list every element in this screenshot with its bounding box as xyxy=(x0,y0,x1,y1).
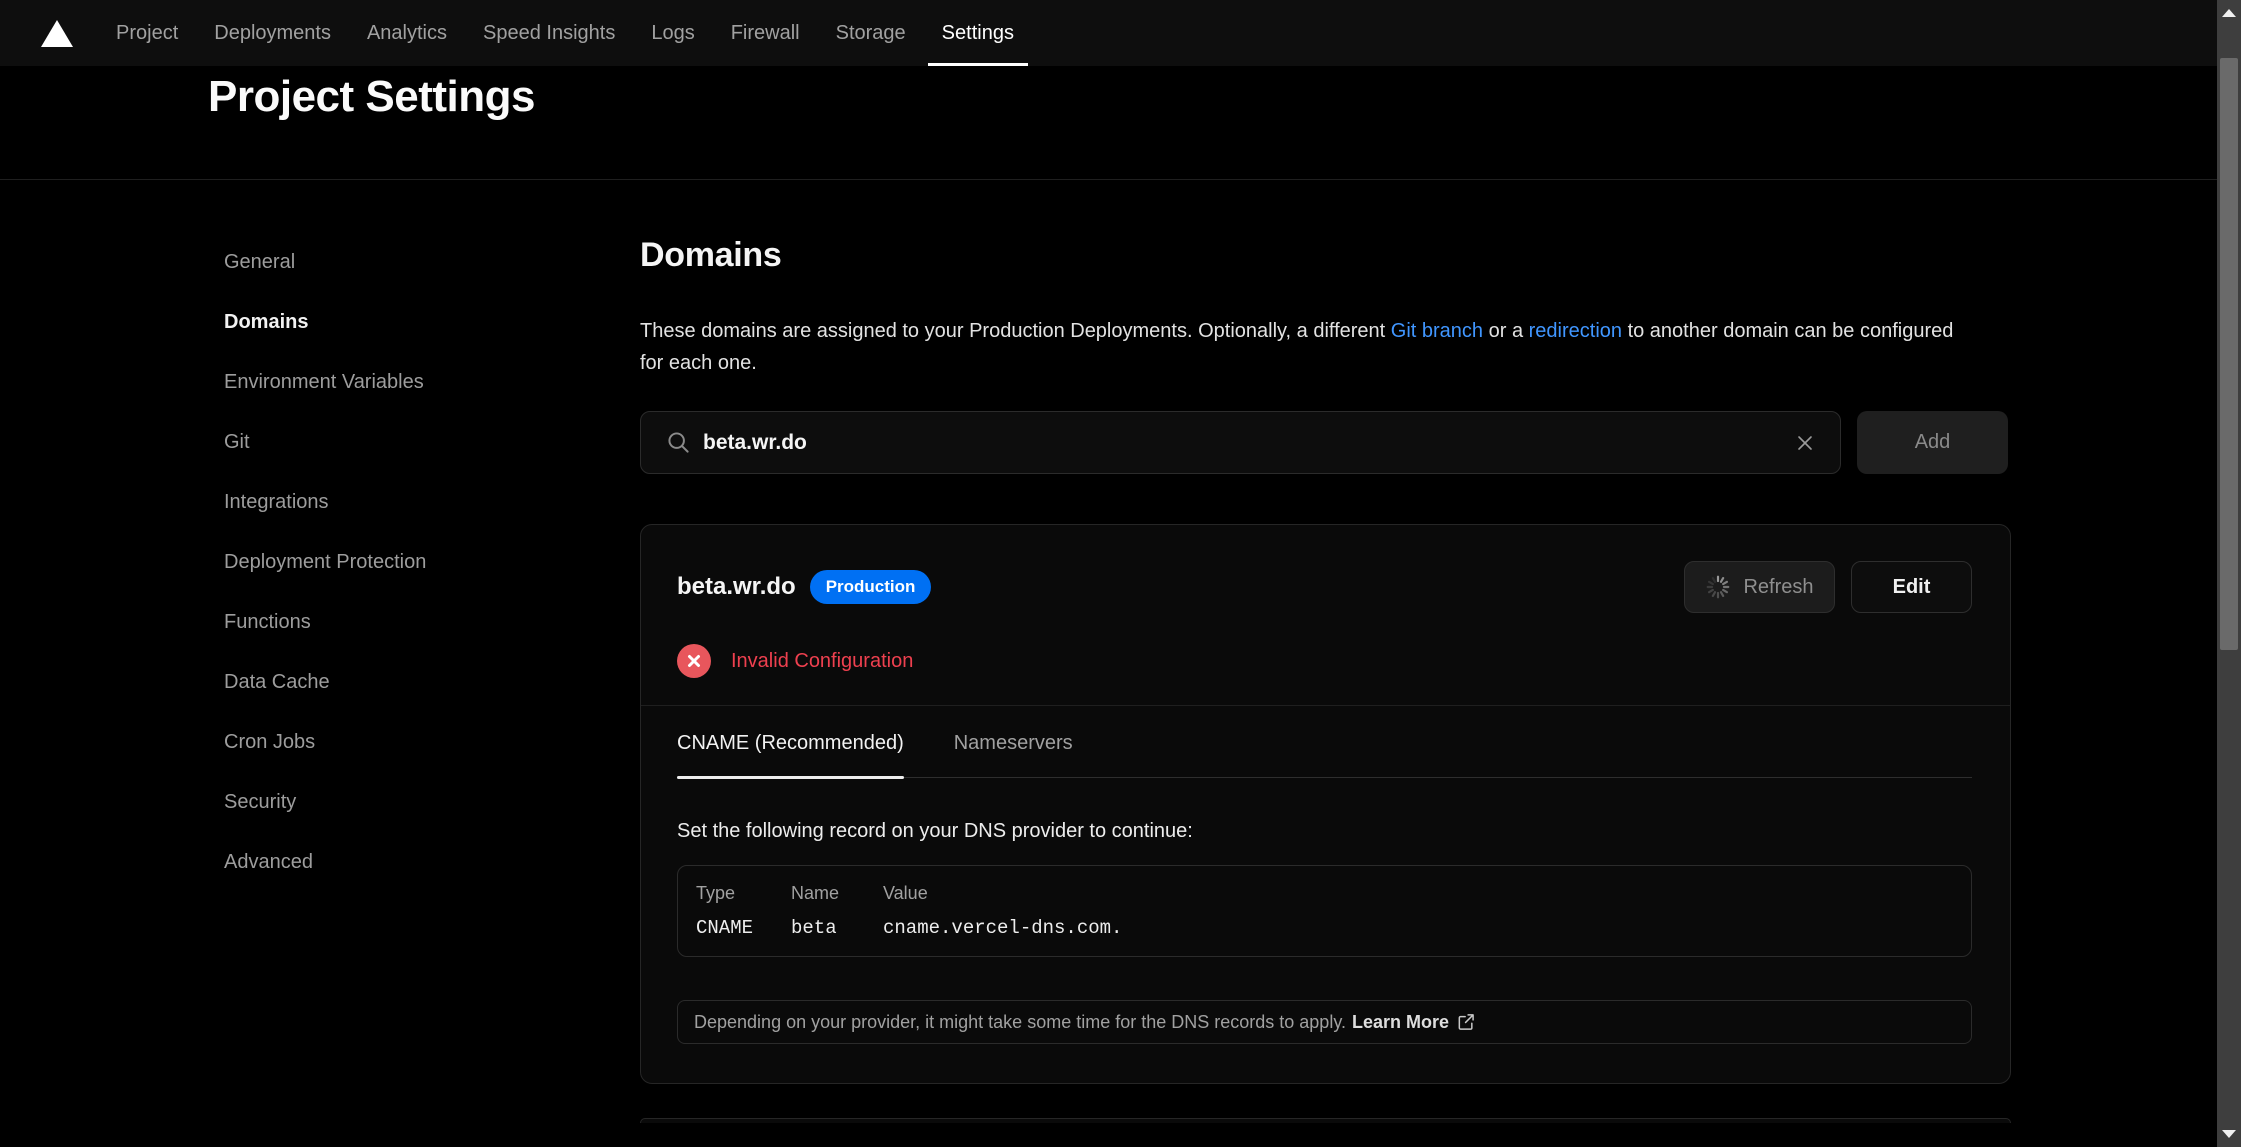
dns-note-box: Depending on your provider, it might tak… xyxy=(677,1000,1972,1044)
dns-record-table: Type Name Value CNAME beta cname.vercel-… xyxy=(677,865,1972,957)
status-text: Invalid Configuration xyxy=(731,650,913,673)
nav-item-firewall[interactable]: Firewall xyxy=(713,0,818,66)
dns-instruction: Set the following record on your DNS pro… xyxy=(677,820,1972,843)
learn-more-label: Learn More xyxy=(1352,1012,1449,1033)
nav-item-logs[interactable]: Logs xyxy=(633,0,712,66)
add-domain-button[interactable]: Add xyxy=(1857,411,2008,474)
card-divider xyxy=(641,705,2010,706)
external-link-icon xyxy=(1456,1012,1476,1032)
sidebar-item-integrations[interactable]: Integrations xyxy=(224,490,544,514)
domain-search-box[interactable] xyxy=(640,411,1841,474)
git-branch-link[interactable]: Git branch xyxy=(1391,320,1483,342)
sidebar-item-general[interactable]: General xyxy=(224,250,544,274)
nav-item-speed-insights[interactable]: Speed Insights xyxy=(465,0,633,66)
domains-section: Domains These domains are assigned to yo… xyxy=(640,236,2011,1123)
dns-record-row: CNAME beta cname.vercel-dns.com. xyxy=(696,917,1953,939)
nav-item-project[interactable]: Project xyxy=(98,0,196,66)
edit-button[interactable]: Edit xyxy=(1851,561,1972,613)
redirection-link[interactable]: redirection xyxy=(1529,320,1622,342)
page: Project Deployments Analytics Speed Insi… xyxy=(0,0,2217,1147)
sidebar-item-functions[interactable]: Functions xyxy=(224,610,544,634)
spinner-icon xyxy=(1705,574,1731,600)
page-header: Project Settings xyxy=(0,66,2217,180)
domain-card: beta.wr.do Production xyxy=(640,524,2011,1084)
top-nav: Project Deployments Analytics Speed Insi… xyxy=(0,0,2217,66)
scroll-down-arrow-icon[interactable] xyxy=(2222,1130,2236,1138)
tab-nameservers[interactable]: Nameservers xyxy=(954,732,1073,777)
domain-search-input[interactable] xyxy=(701,430,1780,456)
settings-sidebar: General Domains Environment Variables Gi… xyxy=(224,236,544,1123)
sidebar-item-domains[interactable]: Domains xyxy=(224,310,544,334)
dns-method-tabs: CNAME (Recommended) Nameservers xyxy=(677,732,1972,778)
production-badge: Production xyxy=(810,570,932,604)
dns-header-type: Type xyxy=(696,883,791,904)
sidebar-item-environment-variables[interactable]: Environment Variables xyxy=(224,370,544,394)
nav-item-analytics[interactable]: Analytics xyxy=(349,0,465,66)
triangle-icon xyxy=(41,20,73,47)
dns-header-value: Value xyxy=(883,883,1953,904)
search-icon xyxy=(665,429,693,462)
dns-value-name: beta xyxy=(791,917,883,939)
dns-note-text: Depending on your provider, it might tak… xyxy=(694,1012,1346,1033)
tab-cname-recommended[interactable]: CNAME (Recommended) xyxy=(677,732,904,777)
description-text-2: or a xyxy=(1483,320,1529,342)
dns-header-name: Name xyxy=(791,883,883,904)
scrollbar-thumb[interactable] xyxy=(2220,58,2238,650)
domain-status-row: Invalid Configuration xyxy=(677,644,1972,678)
page-title: Project Settings xyxy=(0,66,2217,122)
content-area: General Domains Environment Variables Gi… xyxy=(0,180,2217,1123)
error-circle-x-icon xyxy=(677,644,711,678)
next-card-edge xyxy=(640,1118,2011,1123)
refresh-button[interactable]: Refresh xyxy=(1684,561,1835,613)
nav-item-settings[interactable]: Settings xyxy=(924,0,1032,66)
sidebar-item-security[interactable]: Security xyxy=(224,790,544,814)
domain-card-top: beta.wr.do Production xyxy=(641,525,2010,678)
vercel-logo-icon[interactable] xyxy=(40,18,74,48)
nav-item-storage[interactable]: Storage xyxy=(818,0,924,66)
sidebar-item-data-cache[interactable]: Data Cache xyxy=(224,670,544,694)
domain-name: beta.wr.do xyxy=(677,573,796,601)
domains-description: These domains are assigned to your Produ… xyxy=(640,315,1980,379)
sidebar-item-cron-jobs[interactable]: Cron Jobs xyxy=(224,730,544,754)
dns-record-headers: Type Name Value xyxy=(696,883,1953,904)
scroll-up-arrow-icon[interactable] xyxy=(2222,9,2236,17)
domain-card-header: beta.wr.do Production xyxy=(677,561,1972,613)
dns-value-type: CNAME xyxy=(696,917,791,939)
clear-search-icon[interactable] xyxy=(1788,426,1822,460)
sidebar-item-git[interactable]: Git xyxy=(224,430,544,454)
domain-card-body: CNAME (Recommended) Nameservers Set the … xyxy=(641,732,2010,1044)
learn-more-link[interactable]: Learn More xyxy=(1352,1012,1476,1033)
sidebar-item-advanced[interactable]: Advanced xyxy=(224,850,544,874)
nav-item-deployments[interactable]: Deployments xyxy=(196,0,349,66)
vercel-project-settings-screen: Project Deployments Analytics Speed Insi… xyxy=(0,0,2241,1147)
refresh-button-label: Refresh xyxy=(1743,576,1813,599)
vertical-scrollbar[interactable] xyxy=(2217,0,2241,1147)
section-title: Domains xyxy=(640,236,2011,275)
description-text-1: These domains are assigned to your Produ… xyxy=(640,320,1391,342)
domain-search-row: Add xyxy=(640,411,2011,474)
sidebar-item-deployment-protection[interactable]: Deployment Protection xyxy=(224,550,544,574)
dns-value-target: cname.vercel-dns.com. xyxy=(883,917,1953,939)
